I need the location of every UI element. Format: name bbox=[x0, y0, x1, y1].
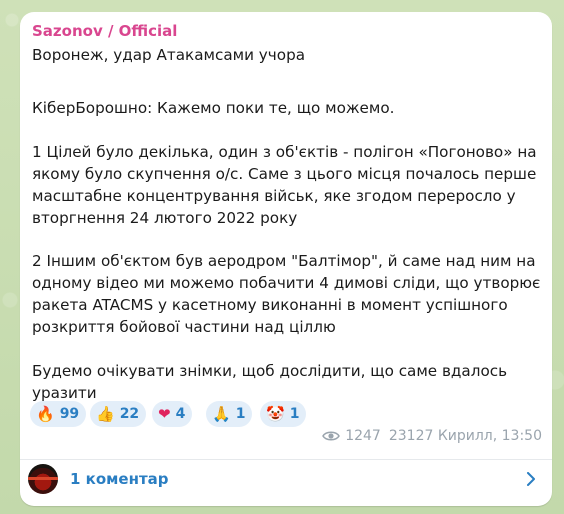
reaction-count: 4 bbox=[175, 406, 186, 422]
reaction-clown[interactable]: 🤡 1 bbox=[260, 401, 307, 427]
chevron-right-icon bbox=[527, 472, 535, 486]
comments-count-label: 1 коментар bbox=[70, 470, 169, 488]
views-count: 1247 bbox=[345, 428, 381, 444]
message-bubble: Sazonov / Official Воронеж, удар Атакамс… bbox=[20, 12, 552, 506]
message-line: ракета ATACMS у касетному виконанні в мо… bbox=[32, 296, 508, 314]
message-line: якому було скупчення о/с. Саме з цього м… bbox=[32, 165, 537, 183]
message-line: одному відео ми можемо побачити 4 димові… bbox=[32, 274, 541, 292]
thumbs-up-icon: 👍 bbox=[96, 405, 115, 423]
author-name[interactable]: Sazonov / Official bbox=[32, 22, 177, 40]
message-line: Воронеж, удар Атакамсами учора bbox=[32, 46, 306, 64]
heart-icon: ❤ bbox=[158, 405, 171, 423]
message-line: масштабне концентрування військ, яке зго… bbox=[32, 187, 516, 205]
reaction-count: 99 bbox=[59, 406, 80, 422]
pray-icon: 🙏 bbox=[212, 405, 231, 423]
message-line: КіберБорошно: Кажемо поки те, що можемо. bbox=[32, 99, 395, 117]
reaction-count: 22 bbox=[119, 406, 140, 422]
reaction-pray[interactable]: 🙏 1 bbox=[206, 401, 253, 427]
avatar bbox=[28, 464, 58, 494]
comments-button[interactable]: 1 коментар bbox=[20, 460, 552, 498]
message-line: Будемо очікувати знімки, щоб дослідити, … bbox=[32, 362, 508, 380]
reaction-count: 1 bbox=[235, 406, 246, 422]
message-meta: 1247 23127 Кирилл, 13:50 bbox=[322, 428, 542, 444]
message-line: 2 Іншим об'єктом був аеродром "Балтімор"… bbox=[32, 252, 536, 270]
reaction-heart[interactable]: ❤ 4 bbox=[152, 401, 193, 427]
eye-icon bbox=[322, 431, 341, 441]
reaction-fire[interactable]: 🔥 99 bbox=[30, 401, 87, 427]
post-signature-time: 23127 Кирилл, 13:50 bbox=[388, 428, 542, 444]
fire-icon: 🔥 bbox=[36, 405, 55, 423]
message-line: вторгнення 24 лютого 2022 року bbox=[32, 209, 298, 227]
clown-icon: 🤡 bbox=[266, 405, 285, 423]
message-line: 1 Цілей було декілька, один з об'єктів -… bbox=[32, 143, 537, 161]
reaction-count: 1 bbox=[289, 406, 300, 422]
message-line: розкриття бойової частини над ціллю bbox=[32, 318, 336, 336]
reaction-thumbs-up[interactable]: 👍 22 bbox=[90, 401, 147, 427]
